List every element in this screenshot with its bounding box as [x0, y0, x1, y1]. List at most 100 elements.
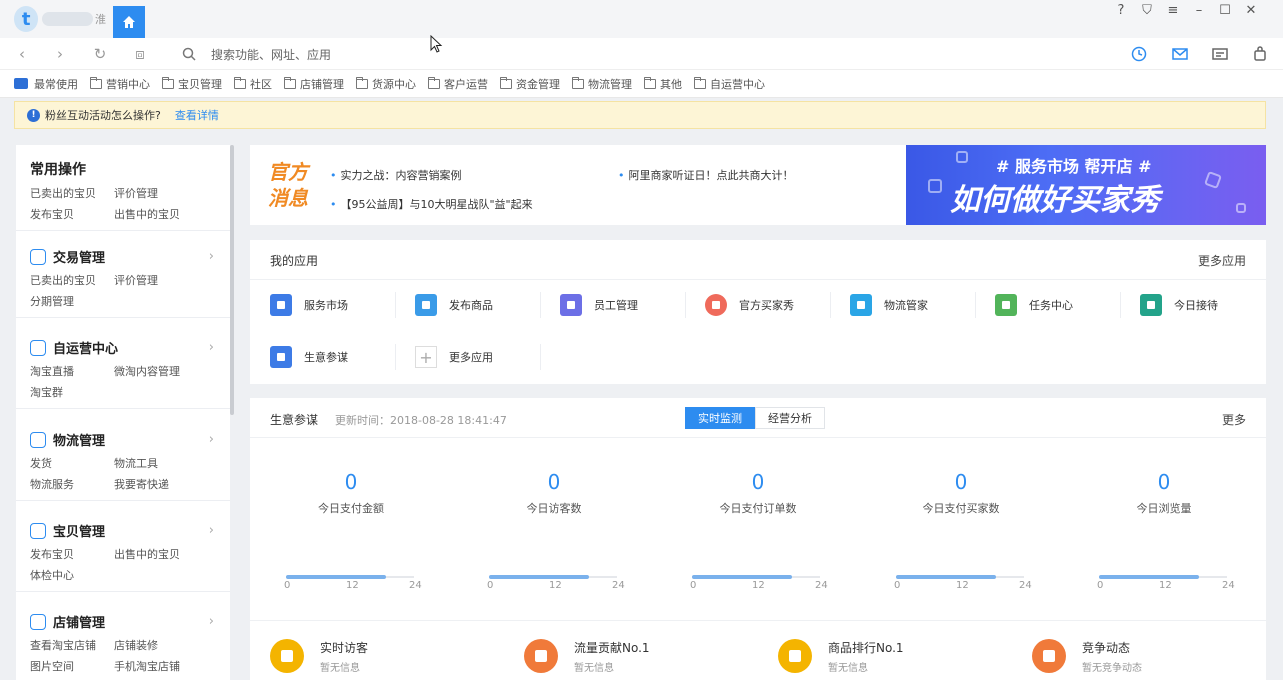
insight-traffic-top[interactable]: 流量贡献No.1 暂无信息: [524, 639, 650, 674]
chat-icon: [30, 339, 46, 356]
sidebar-link[interactable]: 手机淘宝店铺: [114, 658, 180, 674]
screenshot-icon[interactable]: ⧈: [130, 44, 150, 64]
sidebar-link[interactable]: 评价管理: [114, 185, 158, 201]
sidebar-link[interactable]: 图片空间: [30, 658, 74, 674]
folder-icon: [356, 76, 368, 89]
bookmark-item[interactable]: 客户运营: [428, 76, 488, 92]
app-logistics-manager[interactable]: 物流管家: [850, 294, 928, 316]
bookmark-item[interactable]: 店铺管理: [284, 76, 344, 92]
minimize-icon[interactable]: –: [1191, 2, 1207, 18]
sidebar-link[interactable]: 物流工具: [114, 455, 158, 471]
sidebar-link[interactable]: 发货: [30, 455, 52, 471]
card-icon[interactable]: [1211, 45, 1229, 63]
stat-tick-label: 12: [549, 580, 562, 591]
insight-competition[interactable]: 竞争动态 暂无竞争动态: [1032, 639, 1142, 674]
app-separator: [540, 292, 541, 318]
refresh-icon[interactable]: ↻: [90, 44, 110, 64]
menu-icon[interactable]: ≡: [1165, 2, 1181, 18]
sidebar-link[interactable]: 淘宝群: [30, 384, 63, 400]
sidebar-link[interactable]: 出售中的宝贝: [114, 546, 180, 562]
bookmark-item[interactable]: 物流管理: [572, 76, 632, 92]
sidebar-divider: [16, 500, 230, 501]
forward-icon[interactable]: ›: [50, 44, 70, 64]
sidebar-link[interactable]: 已卖出的宝贝: [30, 272, 96, 288]
promo-banner[interactable]: # 服务市场 帮开店 # 如何做好买家秀: [906, 145, 1266, 225]
sidebar-link[interactable]: 评价管理: [114, 272, 158, 288]
bookmark-item[interactable]: 宝贝管理: [162, 76, 222, 92]
app-more[interactable]: + 更多应用: [415, 346, 493, 368]
stat-value: 0: [1157, 470, 1171, 494]
chevron-right-icon[interactable]: ›: [209, 614, 214, 629]
stat-progress-bar: [286, 575, 414, 579]
sidebar-link[interactable]: 微淘内容管理: [114, 363, 180, 379]
stat-tick-label: 24: [1019, 580, 1032, 591]
sidebar-section-head[interactable]: 店铺管理: [30, 612, 105, 631]
clock-icon[interactable]: [1130, 45, 1148, 63]
bag-icon[interactable]: [1251, 45, 1269, 63]
sidebar-section-head[interactable]: 宝贝管理: [30, 521, 105, 540]
bookmark-item[interactable]: 其他: [644, 76, 682, 92]
chevron-right-icon[interactable]: ›: [209, 432, 214, 447]
tab-realtime[interactable]: 实时监测: [685, 407, 755, 429]
sidebar: 常用操作 已卖出的宝贝 评价管理 发布宝贝 出售中的宝贝 交易管理 › 已卖出的…: [16, 145, 230, 680]
sidebar-section-head[interactable]: 交易管理: [30, 247, 105, 266]
insight-realtime-visitors[interactable]: 实时访客 暂无信息: [270, 639, 368, 674]
news-item[interactable]: 阿里商家听证日！点此共商大计！: [618, 167, 794, 183]
bookmark-item[interactable]: 社区: [234, 76, 272, 92]
chevron-right-icon[interactable]: ›: [209, 249, 214, 264]
mail-icon[interactable]: [1171, 45, 1189, 63]
trend-icon: [524, 639, 558, 673]
stat-progress-fill: [896, 575, 996, 579]
skin-icon[interactable]: ⛉: [1139, 2, 1155, 18]
close-icon[interactable]: ✕: [1243, 2, 1259, 18]
bookmark-item[interactable]: 货源中心: [356, 76, 416, 92]
more-apps-link[interactable]: 更多应用: [1198, 252, 1246, 269]
chevron-right-icon[interactable]: ›: [209, 523, 214, 538]
sidebar-link[interactable]: 淘宝直播: [30, 363, 74, 379]
back-icon[interactable]: ‹: [12, 44, 32, 64]
sidebar-link[interactable]: 查看淘宝店铺: [30, 637, 96, 653]
bookmark-item[interactable]: 营销中心: [90, 76, 150, 92]
bookmark-item[interactable]: 自运营中心: [694, 76, 765, 92]
news-item[interactable]: 【95公益周】与10大明星战队"益"起来: [330, 196, 533, 212]
biz-more-link[interactable]: 更多: [1222, 411, 1246, 428]
app-buyer-show[interactable]: 官方买家秀: [705, 294, 794, 316]
news-item[interactable]: 实力之战：内容营销案例: [330, 167, 462, 183]
app-staff-management[interactable]: 员工管理: [560, 294, 638, 316]
sidebar-link[interactable]: 物流服务: [30, 476, 74, 492]
official-news-panel: 官方 消息 实力之战：内容营销案例 阿里商家听证日！点此共商大计！ 【95公益周…: [250, 145, 1266, 225]
sidebar-section-head[interactable]: 自运营中心: [30, 338, 118, 357]
app-service-market[interactable]: 服务市场: [270, 294, 348, 316]
sidebar-section-head[interactable]: 物流管理: [30, 430, 105, 449]
sidebar-link[interactable]: 分期管理: [30, 293, 74, 309]
app-today-reception[interactable]: 今日接待: [1140, 294, 1218, 316]
sidebar-link[interactable]: 体检中心: [30, 567, 74, 583]
notice-details-link[interactable]: 查看详情: [175, 107, 219, 123]
banner-tagline: # 服务市场 帮开店 #: [996, 157, 1152, 176]
maximize-icon[interactable]: ☐: [1217, 2, 1233, 18]
blurred-username: [42, 12, 93, 26]
app-publish-product[interactable]: 发布商品: [415, 294, 493, 316]
insight-sub: 暂无信息: [828, 663, 868, 674]
app-label: 生意参谋: [304, 351, 348, 364]
app-task-center[interactable]: 任务中心: [995, 294, 1073, 316]
bookmark-frequent[interactable]: 最常使用: [14, 76, 78, 92]
chevron-right-icon[interactable]: ›: [209, 340, 214, 355]
sidebar-link[interactable]: 已卖出的宝贝: [30, 185, 96, 201]
banner-headline: 如何做好买家秀: [950, 183, 1160, 218]
sidebar-link[interactable]: 发布宝贝: [30, 206, 74, 222]
sidebar-link[interactable]: 店铺装修: [114, 637, 158, 653]
insight-product-rank[interactable]: 商品排行No.1 暂无信息: [778, 639, 904, 674]
home-tab[interactable]: [113, 6, 145, 38]
sidebar-link[interactable]: 发布宝贝: [30, 546, 74, 562]
sidebar-link[interactable]: 出售中的宝贝: [114, 206, 180, 222]
sidebar-scrollbar[interactable]: [230, 145, 234, 415]
app-business-advisor[interactable]: 生意参谋: [270, 346, 348, 368]
sidebar-link[interactable]: 我要寄快递: [114, 476, 169, 492]
shop-icon: [30, 613, 46, 630]
address-input[interactable]: 搜索功能、网址、应用: [211, 46, 331, 63]
tab-analysis[interactable]: 经营分析: [755, 407, 825, 429]
help-icon[interactable]: ?: [1113, 2, 1129, 18]
bookmark-item[interactable]: 资金管理: [500, 76, 560, 92]
truck-icon: [30, 431, 46, 448]
